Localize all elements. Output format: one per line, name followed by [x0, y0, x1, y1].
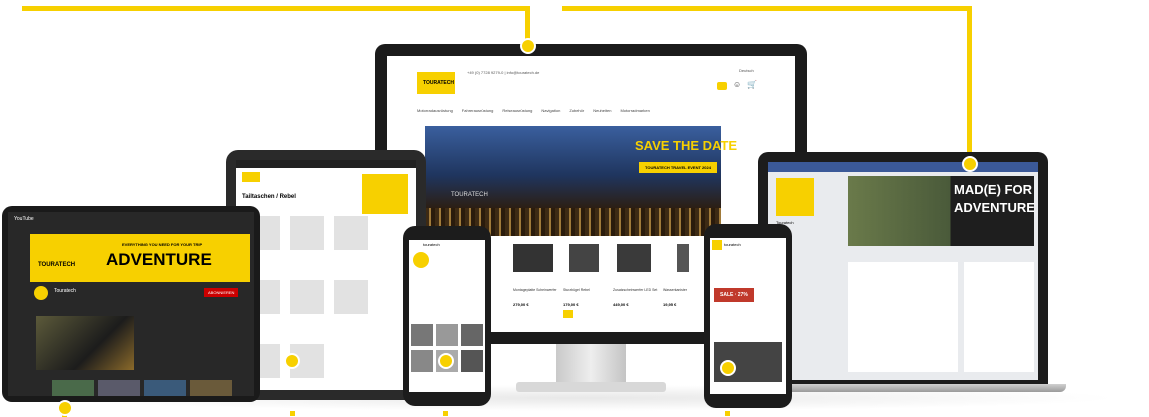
nav-item[interactable]: Navigation [541, 108, 560, 116]
post-thumb[interactable] [411, 350, 433, 372]
subscribe-button[interactable]: ABONNIEREN [204, 288, 239, 297]
sidebar-card [964, 262, 1034, 372]
cart-icon[interactable]: 🛒 [747, 80, 757, 89]
product-image [513, 244, 553, 272]
product-card[interactable]: Zusatzscheinwerfer LED Set 449,00 € [613, 244, 657, 324]
post-thumb[interactable] [436, 324, 458, 346]
nav-item[interactable]: Zubehör [569, 108, 584, 116]
tablet-heading: Tailtaschen / Rebel [242, 194, 296, 200]
fb-phone-name: touratech [724, 242, 741, 247]
product-image [569, 244, 599, 272]
product-name: Montageplatte Scheinwerfer [513, 288, 557, 292]
page-avatar [776, 178, 814, 216]
tablet-topbar [236, 160, 416, 168]
channel-avatar [34, 286, 48, 300]
hero-banner[interactable]: SAVE THE DATE TOURATECH TRAVEL EVENT 202… [425, 126, 737, 236]
banner-tag: EVERYTHING YOU NEED FOR YOUR TRIP [122, 242, 203, 247]
youtube-logo[interactable]: YouTube [14, 216, 34, 222]
product-price: 279,00 € [513, 302, 529, 307]
product-name: Zusatzscheinwerfer LED Set [613, 288, 658, 292]
product-price: 19,95 € [663, 302, 677, 307]
device-showcase: TOURATECH +49 (0) 7728 9279-0 | info@tou… [0, 0, 1149, 417]
video-thumb[interactable] [98, 380, 140, 396]
banner-word: ADVENTURE [106, 250, 212, 269]
video-thumb[interactable] [144, 380, 186, 396]
user-icon[interactable]: ☺ [733, 80, 741, 89]
youtube-video[interactable] [36, 316, 134, 370]
product-thumb[interactable] [334, 216, 368, 250]
tablet-logo [242, 172, 260, 182]
desktop-logo-text: TOURATECH [423, 80, 454, 86]
cover-line-1: MAD(E) FOR [954, 182, 1032, 197]
product-card[interactable]: Wasserkanister 19,95 € [663, 244, 707, 324]
callout-dot-laptop [962, 156, 978, 172]
callout-dot-tablet [284, 353, 300, 369]
nav-item[interactable]: Reiseausrüstung [502, 108, 532, 116]
instagram-phone: touratech [403, 226, 491, 406]
callout-line-top-left [22, 6, 530, 11]
youtube-tablet: YouTube EVERYTHING YOU NEED FOR YOUR TRI… [2, 206, 260, 402]
channel-name: Touratech [54, 288, 76, 294]
product-price: 179,00 € [563, 302, 579, 307]
product-thumb[interactable] [334, 280, 368, 314]
youtube-screen: YouTube EVERYTHING YOU NEED FOR YOUR TRI… [8, 212, 254, 396]
desktop-lang[interactable]: Deutsch [739, 68, 754, 73]
instagram-avatar [413, 252, 429, 268]
video-thumb[interactable] [190, 380, 232, 396]
laptop-screen: Touratech MAD(E) FOR ADVENTURE [768, 162, 1038, 380]
sale-banner[interactable]: SALE · 27% [714, 288, 754, 302]
facebook-topbar [768, 162, 1038, 172]
product-card[interactable]: Montageplatte Scheinwerfer 279,00 € [513, 244, 557, 324]
hero-button[interactable]: TOURATECH TRAVEL EVENT 2024 [639, 162, 717, 173]
nav-item[interactable]: Fahrerausrüstung [462, 108, 494, 116]
product-thumb[interactable] [290, 216, 324, 250]
hero-title: SAVE THE DATE [635, 138, 738, 153]
nav-item[interactable]: Motorradmarken [620, 108, 649, 116]
cover-photo: MAD(E) FOR ADVENTURE [848, 176, 1035, 246]
callout-line-top-right [562, 6, 972, 11]
callout-line-top-right-drop [967, 6, 972, 164]
product-name: Sturzbügel Rebel [563, 288, 590, 292]
post-thumb[interactable] [461, 350, 483, 372]
add-to-cart-button[interactable] [563, 310, 573, 318]
desktop-nav: Motorradausrüstung Fahrerausrüstung Reis… [417, 108, 777, 116]
monitor-stand-base [516, 382, 666, 392]
tablet-side-box [362, 174, 408, 214]
product-card[interactable]: Sturzbügel Rebel 179,00 € [563, 244, 607, 324]
desktop-phone: +49 (0) 7728 9279-0 | info@touratech.de [467, 70, 540, 75]
instagram-name: touratech [423, 242, 440, 247]
product-image [617, 244, 651, 272]
hero-logo: TOURATECH [451, 192, 488, 198]
fb-phone-avatar [712, 240, 722, 250]
tablet-screen: Tailtaschen / Rebel [236, 160, 416, 390]
product-image [677, 244, 689, 272]
search-icon[interactable] [717, 82, 727, 90]
post-thumb[interactable] [411, 324, 433, 346]
post-card [848, 262, 958, 372]
post-thumb[interactable] [461, 324, 483, 346]
cover-line-2: ADVENTURE [954, 200, 1035, 215]
product-thumb[interactable] [290, 280, 324, 314]
video-thumb[interactable] [52, 380, 94, 396]
laptop: Touratech MAD(E) FOR ADVENTURE [758, 152, 1048, 386]
banner-brand: TOURATECH [38, 262, 76, 268]
callout-dot-desktop [520, 38, 536, 54]
callout-dot-insta [438, 353, 454, 369]
youtube-banner: EVERYTHING YOU NEED FOR YOUR TRIP TOURAT… [30, 234, 250, 282]
instagram-screen: touratech [409, 240, 485, 392]
product-price: 449,00 € [613, 302, 629, 307]
product-name: Wasserkanister [663, 288, 687, 292]
nav-item[interactable]: Neuheiten [593, 108, 611, 116]
callout-dot-fbphone [720, 360, 736, 376]
monitor-stand-neck [556, 344, 626, 384]
facebook-phone: touratech SALE · 27% [704, 224, 792, 408]
nav-item[interactable]: Motorradausrüstung [417, 108, 453, 116]
